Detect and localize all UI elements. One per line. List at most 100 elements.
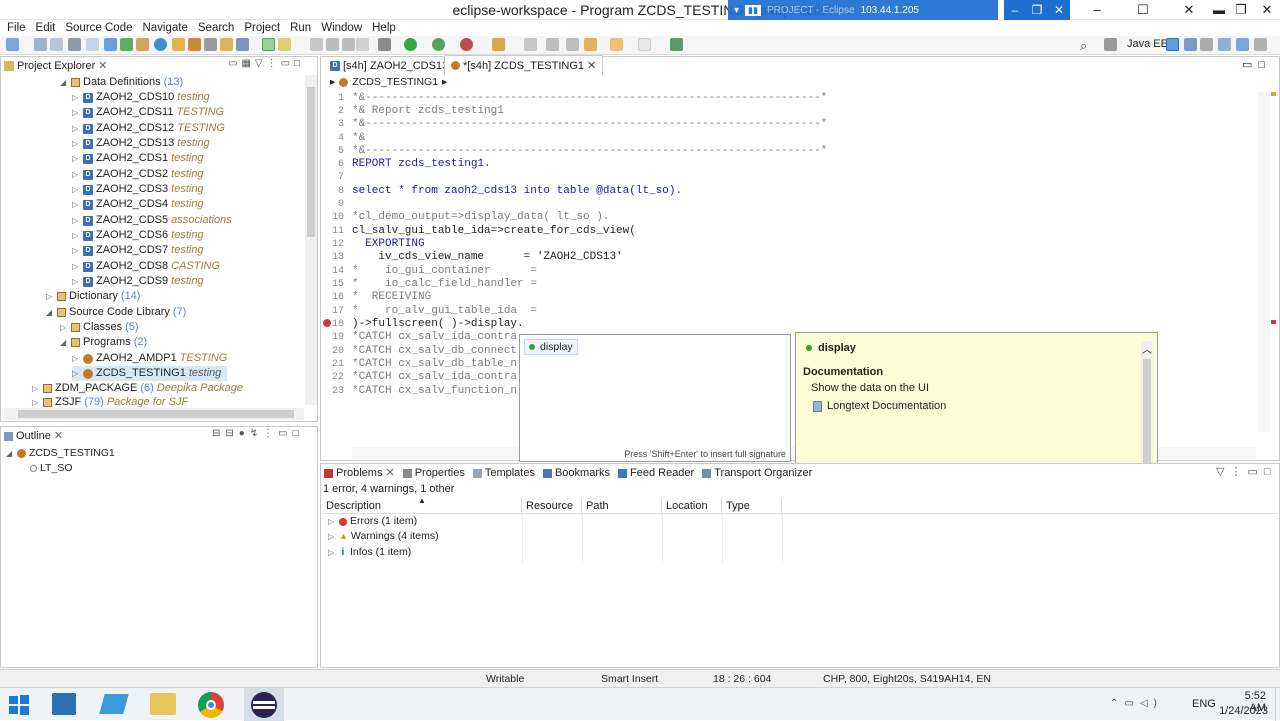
- overview-error-mark[interactable]: [1271, 320, 1276, 324]
- debug-perspective-icon[interactable]: [1184, 38, 1197, 51]
- col-type[interactable]: Type: [722, 498, 782, 514]
- tree-item-cds3[interactable]: ▷ D ZAOH2_CDS3 testing: [72, 182, 204, 197]
- eclipse-taskbar-button[interactable]: [244, 688, 284, 721]
- rdp-restore-icon[interactable]: ❐: [1026, 0, 1048, 20]
- tree-item-classes[interactable]: ▷ Classes (5): [60, 320, 139, 335]
- menu-project[interactable]: Project: [239, 20, 285, 36]
- search-objects-icon[interactable]: [204, 38, 217, 51]
- tab-outline[interactable]: Outline ✕: [4, 426, 63, 446]
- close-tab-icon[interactable]: ✕: [98, 56, 107, 76]
- outer-close-icon[interactable]: ✕: [1254, 0, 1280, 20]
- link-icon[interactable]: [104, 38, 117, 51]
- java-ee-perspective[interactable]: Java EE: [1127, 38, 1168, 50]
- tree-item-cds10[interactable]: ▷ D ZAOH2_CDS10 testing: [72, 90, 210, 105]
- tree-item-cds6[interactable]: ▷ D ZAOH2_CDS6 testing: [72, 228, 204, 243]
- pin-icon[interactable]: ▾: [734, 5, 739, 16]
- language-indicator[interactable]: ENG: [1192, 698, 1216, 710]
- run-icon[interactable]: [404, 38, 417, 51]
- tree-item-amdp1[interactable]: ▷ ZAOH2_AMDP1 TESTING: [72, 351, 227, 366]
- open-icon[interactable]: [86, 38, 99, 51]
- tree-item-programs[interactable]: ◢ Programs (2): [60, 335, 147, 350]
- outline-item-lt-so[interactable]: LT_SO: [30, 461, 72, 476]
- tree-item-zdm-package[interactable]: ▷ ZDM_PACKAGE (6) Deepika Package: [32, 381, 243, 396]
- next-annotation-icon[interactable]: [546, 38, 559, 51]
- comment-icon[interactable]: [342, 38, 355, 51]
- explorer-horizontal-scrollbar[interactable]: [4, 408, 304, 420]
- tab-templates[interactable]: Templates: [472, 463, 535, 483]
- problems-toolbar[interactable]: ▽⋮▭□: [1216, 465, 1277, 478]
- tab-transport-organizer[interactable]: Transport Organizer: [702, 463, 812, 483]
- remote-desktop-bar[interactable]: ▾ ▮▮ PROJECT - Eclipse 103.44.1.205: [728, 0, 998, 20]
- tree-item-cds8[interactable]: ▷ D ZAOH2_CDS8 CASTING: [72, 259, 220, 274]
- tab-properties[interactable]: Properties: [402, 463, 465, 483]
- chrome-icon[interactable]: [198, 692, 224, 718]
- explorer-view-toolbar[interactable]: ▭▦▽⋮▭□: [228, 58, 304, 69]
- tree-item-cds1[interactable]: ▷ D ZAOH2_CDS1 testing: [72, 151, 204, 166]
- close-tab-icon[interactable]: ✕: [587, 56, 596, 76]
- java-perspective-icon[interactable]: [1236, 38, 1249, 51]
- file-explorer-icon[interactable]: [150, 693, 176, 715]
- windows-start-icon[interactable]: [8, 694, 30, 716]
- outline-toolbar[interactable]: ⊟⊟●↯⋮▭□: [212, 428, 304, 439]
- tree-item-dictionary[interactable]: ▷ Dictionary (14): [46, 289, 140, 304]
- explorer-vertical-scrollbar[interactable]: [305, 75, 317, 405]
- close-tab-icon[interactable]: ✕: [385, 463, 394, 483]
- last-edit-icon[interactable]: [584, 38, 597, 51]
- tree-item-source-code-library[interactable]: ◢ Source Code Library (7): [46, 305, 186, 320]
- breadcrumb[interactable]: ▸ ZCDS_TESTING1 ▸: [330, 76, 447, 88]
- annotation-icon[interactable]: [278, 38, 291, 51]
- problems-row-warnings[interactable]: ▷ ▲ Warnings (4 items): [328, 529, 439, 544]
- hammer-icon[interactable]: [492, 38, 505, 51]
- overview-warning-mark[interactable]: [1271, 92, 1276, 96]
- explorer-scroll-thumb[interactable]: [307, 87, 315, 237]
- highlight-icon[interactable]: [262, 38, 275, 51]
- problems-row-errors[interactable]: ▷ Errors (1 item): [328, 514, 417, 529]
- pilcrow-icon[interactable]: [356, 38, 369, 51]
- tree-item-zcds-testing1[interactable]: ▷ ZCDS_TESTING1 testing: [72, 366, 228, 381]
- system-tray-icons[interactable]: ⌃▭◁): [1110, 698, 1163, 709]
- prev-annotation-icon[interactable]: [566, 38, 579, 51]
- close-tab-icon[interactable]: ✕: [54, 426, 63, 446]
- folder-icon[interactable]: [220, 38, 233, 51]
- show-desktop-button[interactable]: [1275, 688, 1280, 721]
- abap-perspective-icon[interactable]: [1166, 38, 1179, 51]
- external-tools-icon[interactable]: [460, 38, 473, 51]
- activate-icon[interactable]: [120, 38, 133, 51]
- tree-item-cds12[interactable]: ▷ D ZAOH2_CDS12 TESTING: [72, 121, 225, 136]
- new-icon[interactable]: [6, 38, 19, 51]
- outline-root[interactable]: ◢ ZCDS_TESTING1: [6, 446, 115, 461]
- coverage-icon[interactable]: [432, 38, 445, 51]
- menu-search[interactable]: Search: [193, 20, 239, 36]
- menu-navigate[interactable]: Navigate: [137, 20, 192, 36]
- editor-vertical-scrollbar[interactable]: [1258, 92, 1270, 432]
- outer-restore-icon[interactable]: ❐: [1228, 0, 1254, 20]
- rdp-close-icon[interactable]: ✕: [1048, 0, 1070, 20]
- save-all-icon[interactable]: [50, 38, 63, 51]
- menu-run[interactable]: Run: [285, 20, 316, 36]
- server-manager-icon[interactable]: [52, 693, 76, 715]
- minimize-icon[interactable]: –: [1074, 0, 1120, 20]
- git-perspective-icon[interactable]: [1200, 38, 1213, 51]
- transport-icon[interactable]: [172, 38, 185, 51]
- tab-bookmarks[interactable]: Bookmarks: [542, 463, 610, 483]
- menu-window[interactable]: Window: [316, 20, 367, 36]
- tree-item-cds5[interactable]: ▷ D ZAOH2_CDS5 associations: [72, 213, 232, 228]
- tab-feed-reader[interactable]: Feed Reader: [618, 463, 694, 483]
- col-resource[interactable]: Resource: [522, 498, 582, 514]
- format-icon[interactable]: [326, 38, 339, 51]
- open-perspective-icon[interactable]: [1104, 38, 1117, 51]
- print-icon[interactable]: [68, 38, 81, 51]
- tab-project-explorer[interactable]: Project Explorer ✕: [4, 56, 107, 76]
- menu-help[interactable]: Help: [367, 20, 401, 36]
- doc-longtext-link[interactable]: Longtext Documentation: [813, 400, 946, 412]
- debug-icon[interactable]: [188, 38, 201, 51]
- rdp-minimize-icon[interactable]: –: [1004, 0, 1026, 20]
- pin-editor-icon[interactable]: [524, 38, 537, 51]
- col-path[interactable]: Path: [582, 498, 662, 514]
- forward-icon[interactable]: [638, 38, 651, 51]
- col-location[interactable]: Location: [662, 498, 722, 514]
- tree-item-cds4[interactable]: ▷ D ZAOH2_CDS4 testing: [72, 197, 204, 212]
- maximize-icon[interactable]: ☐: [1120, 0, 1166, 20]
- tree-item-data-definitions[interactable]: ◢ Data Definitions (13): [60, 75, 183, 90]
- doc-scroll-thumb[interactable]: [1143, 359, 1151, 474]
